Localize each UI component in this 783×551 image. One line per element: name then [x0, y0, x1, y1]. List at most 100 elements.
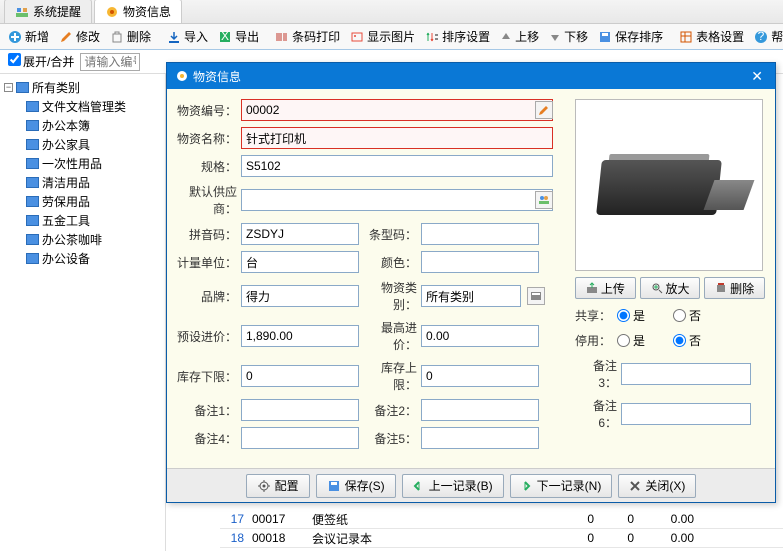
next-button[interactable]: 下一记录(N) [510, 474, 613, 498]
remark3-field[interactable] [621, 363, 751, 385]
barcode-field[interactable] [421, 223, 539, 245]
share-yes-radio[interactable]: 是 [617, 307, 667, 324]
tree-item[interactable]: 办公茶咖啡 [26, 230, 161, 249]
close-button[interactable]: 关闭(X) [618, 474, 696, 498]
table-config-button[interactable]: 表格设置 [675, 26, 748, 47]
tab-system-remind[interactable]: 系统提醒 [4, 0, 92, 23]
close-icon[interactable]: ✕ [747, 68, 767, 85]
label: 默认供应商： [177, 183, 237, 217]
move-down-button[interactable]: 下移 [545, 26, 592, 47]
expand-toggle[interactable]: 展开/合并 [8, 53, 74, 70]
prev-button[interactable]: 上一记录(B) [402, 474, 504, 498]
table-row[interactable]: 1700017便签纸000.00 [220, 510, 783, 529]
stockmax-field[interactable] [421, 365, 539, 387]
remark2-field[interactable] [421, 399, 539, 421]
disable-no-radio[interactable]: 否 [673, 332, 723, 349]
tree-label: 所有类别 [32, 79, 80, 96]
dialog-titlebar[interactable]: 物资信息 ✕ [167, 63, 775, 89]
show-image-button[interactable]: 显示图片 [346, 26, 419, 47]
color-field[interactable] [421, 251, 539, 273]
supplier-lookup-icon[interactable] [535, 191, 553, 209]
material-info-dialog: 物资信息 ✕ 物资编号： 物资名称： 规格： 默认供应商： 拼音码： 条型码： [166, 62, 776, 503]
remark1-field[interactable] [241, 399, 359, 421]
category-lookup-icon[interactable] [527, 287, 545, 305]
label: 库存上限： [363, 359, 417, 393]
tree-item[interactable]: 一次性用品 [26, 154, 161, 173]
stockmin-field[interactable] [241, 365, 359, 387]
export-button[interactable]: X导出 [214, 26, 263, 47]
label: 拼音码： [177, 226, 237, 243]
label: 物资编号： [177, 102, 237, 119]
tree-label: 一次性用品 [42, 155, 102, 172]
spec-field[interactable] [241, 155, 553, 177]
code-field[interactable] [241, 99, 553, 121]
remark6-field[interactable] [621, 403, 751, 425]
dialog-title: 物资信息 [193, 68, 241, 85]
tree-item[interactable]: 办公家具 [26, 135, 161, 154]
tree-label: 清洁用品 [42, 174, 90, 191]
save-button[interactable]: 保存(S) [316, 474, 396, 498]
add-button[interactable]: 新增 [4, 26, 53, 47]
tree-item[interactable]: 办公设备 [26, 249, 161, 268]
label: 备注4： [177, 430, 237, 447]
tree-item[interactable]: 文件文档管理类 [26, 97, 161, 116]
folder-icon [26, 215, 39, 226]
help-button[interactable]: ?帮 [750, 26, 783, 47]
collapse-icon[interactable]: − [4, 83, 13, 92]
zoom-button[interactable]: 放大 [640, 277, 701, 299]
img-delete-button[interactable]: 删除 [704, 277, 765, 299]
data-grid: 1700017便签纸000.001800018会议记录本000.00 [220, 510, 783, 548]
disable-radios: 停用： 是 否 [575, 332, 765, 349]
save-sort-button[interactable]: 保存排序 [594, 26, 667, 47]
name-field[interactable] [241, 127, 553, 149]
table-row[interactable]: 1800018会议记录本000.00 [220, 529, 783, 548]
tab-material-info[interactable]: 物资信息 [94, 0, 182, 23]
tree-item[interactable]: 五金工具 [26, 211, 161, 230]
import-button[interactable]: 导入 [163, 26, 212, 47]
unit-field[interactable] [241, 251, 359, 273]
folder-icon [26, 196, 39, 207]
remark5-field[interactable] [421, 427, 539, 449]
tree-item[interactable]: 办公本簿 [26, 116, 161, 135]
edit-button[interactable]: 修改 [55, 26, 104, 47]
upload-button[interactable]: 上传 [575, 277, 636, 299]
label: 条型码： [363, 226, 417, 243]
maxprice-field[interactable] [421, 325, 539, 347]
folder-icon [26, 177, 39, 188]
material-icon [105, 5, 119, 19]
config-button[interactable]: 配置 [246, 474, 310, 498]
tree-label: 办公家具 [42, 136, 90, 153]
share-no-radio[interactable]: 否 [673, 307, 723, 324]
tree-item[interactable]: 劳保用品 [26, 192, 161, 211]
label: 备注1： [177, 402, 237, 419]
search-input[interactable] [80, 53, 140, 71]
supplier-field[interactable] [241, 189, 553, 211]
pinyin-field[interactable] [241, 223, 359, 245]
sort-config-button[interactable]: 排序设置 [421, 26, 494, 47]
disable-yes-radio[interactable]: 是 [617, 332, 667, 349]
tree-label: 办公设备 [42, 250, 90, 267]
folder-icon [26, 253, 39, 264]
preprice-field[interactable] [241, 325, 359, 347]
label: 颜色： [363, 254, 417, 271]
label: 备注3： [575, 357, 617, 391]
delete-button[interactable]: 删除 [106, 26, 155, 47]
brand-field[interactable] [241, 285, 359, 307]
move-up-button[interactable]: 上移 [496, 26, 543, 47]
product-image [575, 99, 763, 271]
barcode-print-button[interactable]: 条码打印 [271, 26, 344, 47]
label: 规格： [177, 158, 237, 175]
category-tree: − 所有类别 文件文档管理类办公本簿办公家具一次性用品清洁用品劳保用品五金工具办… [0, 74, 166, 551]
folder-icon [26, 101, 39, 112]
edit-code-icon[interactable] [535, 101, 553, 119]
category-field[interactable] [421, 285, 521, 307]
tree-label: 办公本簿 [42, 117, 90, 134]
tree-root[interactable]: − 所有类别 [4, 78, 161, 97]
printer-icon [589, 140, 749, 230]
remark4-field[interactable] [241, 427, 359, 449]
tree-label: 五金工具 [42, 212, 90, 229]
folder-icon [26, 120, 39, 131]
main-toolbar: 新增 修改 删除 导入 X导出 条码打印 显示图片 排序设置 上移 下移 保存排… [0, 24, 783, 50]
label: 计量单位： [177, 254, 237, 271]
tree-item[interactable]: 清洁用品 [26, 173, 161, 192]
